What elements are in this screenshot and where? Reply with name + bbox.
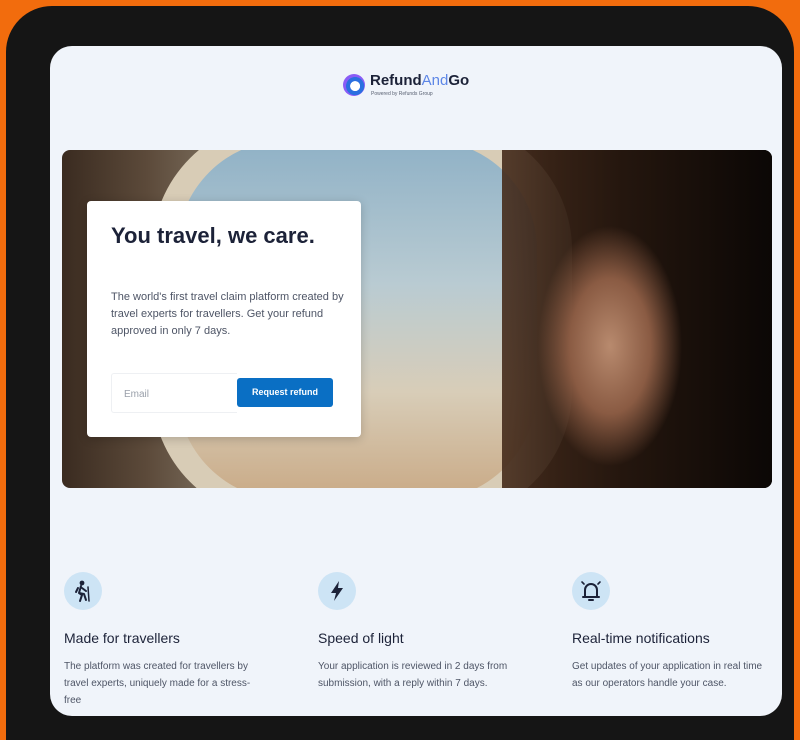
feature-description: Get updates of your application in real …: [572, 661, 763, 689]
feature-title: Real-time notifications: [572, 630, 710, 646]
device-frame: RefundAndGo Powered by Refunds Group You…: [6, 6, 794, 740]
feature-title: Speed of light: [318, 630, 404, 646]
traveller-photo: [502, 150, 772, 488]
brand-name-part2: And: [421, 72, 449, 89]
request-refund-button[interactable]: Request refund: [237, 378, 333, 407]
feature-description: The platform was created for travellers …: [64, 661, 251, 706]
feature-title: Made for travellers: [64, 630, 180, 646]
brand-name-part1: Refund: [370, 72, 422, 89]
hero-description: The world's first travel claim platform …: [111, 291, 344, 337]
hiker-icon: [64, 572, 102, 610]
hero-card: You travel, we care. The world's first t…: [87, 201, 361, 437]
brand-name: RefundAndGo: [370, 72, 469, 89]
brand-mark-icon: [343, 74, 365, 96]
lightning-icon: [318, 572, 356, 610]
brand-tagline: Powered by Refunds Group: [371, 91, 433, 97]
brand-name-part3: Go: [448, 72, 470, 89]
screen: RefundAndGo Powered by Refunds Group You…: [50, 46, 782, 716]
feature-description: Your application is reviewed in 2 days f…: [318, 661, 508, 689]
bell-icon: [572, 572, 610, 610]
email-input[interactable]: Email: [111, 373, 237, 413]
hero-title: You travel, we care.: [111, 223, 315, 248]
